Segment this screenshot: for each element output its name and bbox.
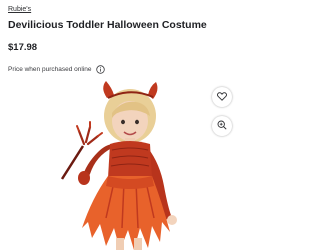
product-price: $17.98 (8, 42, 38, 53)
zoom-button[interactable] (212, 116, 232, 136)
price-note: Price when purchased online (8, 65, 106, 74)
info-icon[interactable] (96, 65, 106, 74)
product-image-area[interactable] (0, 78, 250, 250)
heart-icon (217, 88, 227, 106)
product-image (60, 81, 177, 250)
product-title: Devilicious Toddler Halloween Costume (8, 19, 207, 31)
product-page: Rubie's Devilicious Toddler Halloween Co… (0, 0, 250, 250)
brand-link[interactable]: Rubie's (8, 5, 31, 14)
price-note-text: Price when purchased online (8, 66, 92, 73)
favorite-button[interactable] (212, 87, 232, 107)
zoom-in-icon (217, 117, 227, 135)
